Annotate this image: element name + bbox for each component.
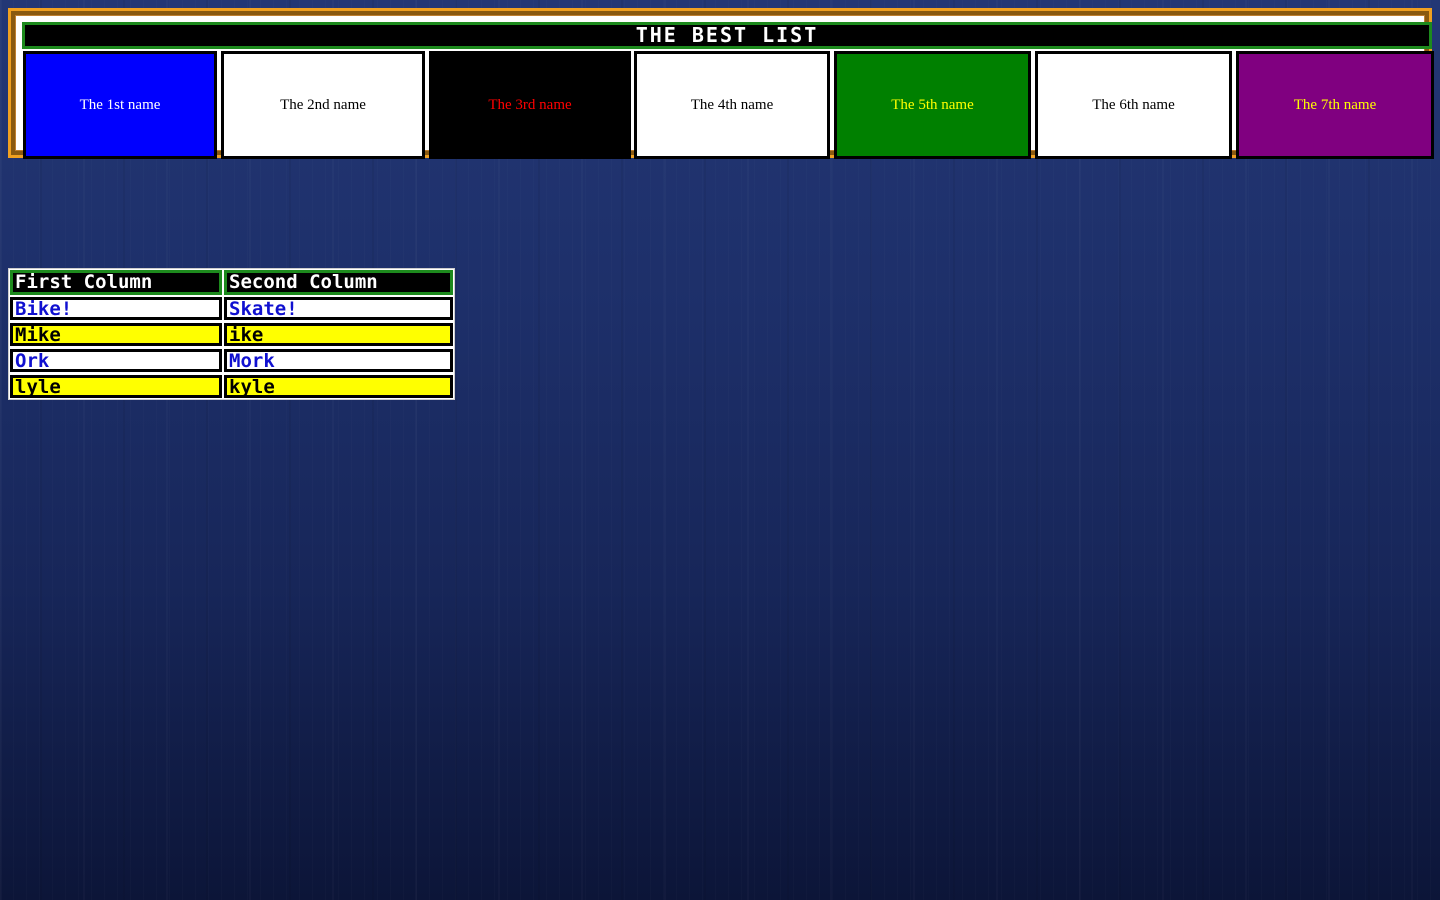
best-list-row: The 1st name The 2nd name The 3rd name T… <box>23 51 1435 159</box>
best-list-item-4: The 4th name <box>634 51 830 159</box>
best-list-item-2: The 2nd name <box>221 51 425 159</box>
table-cell: Skate! <box>224 297 453 320</box>
best-list-item-7: The 7th name <box>1236 51 1434 159</box>
table-cell: Ork <box>10 349 222 372</box>
best-list-title: THE BEST LIST <box>22 22 1432 49</box>
table-header-second-column: Second Column <box>224 270 453 295</box>
table-header-first-column: First Column <box>10 270 222 295</box>
table-cell: ike <box>224 323 453 346</box>
table-cell: Bike! <box>10 297 222 320</box>
columns-table: First Column Second Column Bike! Skate! … <box>8 268 455 400</box>
best-list-item-6: The 6th name <box>1035 51 1232 159</box>
table-cell: kyle <box>224 375 453 398</box>
table-cell: Mike <box>10 323 222 346</box>
best-list-frame: THE BEST LIST The 1st name The 2nd name … <box>15 15 1434 159</box>
table-cell: lyle <box>10 375 222 398</box>
table-cell: Mork <box>224 349 453 372</box>
best-list-item-5: The 5th name <box>834 51 1031 159</box>
best-list-panel: THE BEST LIST The 1st name The 2nd name … <box>8 8 1434 159</box>
best-list-item-3: The 3rd name <box>429 51 631 159</box>
best-list-item-1: The 1st name <box>23 51 217 159</box>
